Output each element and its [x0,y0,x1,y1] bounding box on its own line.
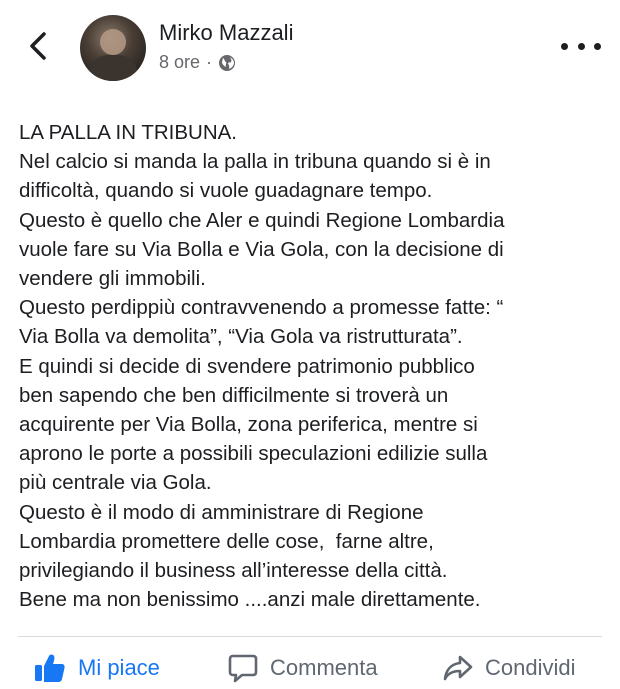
post-line: vendere gli immobili. [19,267,206,291]
post-line: Lombardia promettere delle cose, farne a… [19,529,434,553]
comment-button[interactable]: Commenta [228,648,378,688]
like-button[interactable]: Mi piace [34,648,160,688]
post-line: aprono le porte a possibili speculazioni… [19,442,488,466]
share-label: Condividi [485,655,576,680]
post-body: LA PALLA IN TRIBUNA. Nel calcio si manda… [19,118,609,614]
post-line: privilegiando il business all’interesse … [19,559,448,583]
comment-label: Commenta [270,655,378,680]
comment-bubble-icon [228,654,258,683]
thumbs-up-icon [35,654,65,682]
post-actions: Mi piace Commenta Condividi [0,648,620,688]
globe-icon[interactable] [218,54,236,72]
author-avatar[interactable] [80,15,146,81]
post-line: difficoltà, quando si vuole guadagnare t… [19,179,433,203]
post-line: vuole fare su Via Bolla e Via Gola, con … [19,237,504,261]
post-line: Questo è il modo di amministrare di Regi… [19,500,424,524]
share-arrow-icon [443,655,473,681]
chevron-left-icon [30,32,46,60]
back-button[interactable] [24,28,54,64]
post-line: Questo è quello che Aler e quindi Region… [19,208,505,232]
post-line: ben sapendo che ben difficilmente si tro… [19,383,449,407]
post-line: E quindi si decide di svendere patrimoni… [19,354,475,378]
post-meta: 8 ore · [159,52,236,73]
post-time[interactable]: 8 ore [159,52,200,73]
author-name[interactable]: Mirko Mazzali [159,20,293,46]
like-label: Mi piace [78,655,160,680]
share-button[interactable]: Condividi [443,648,576,688]
post-line: Nel calcio si manda la palla in tribuna … [19,150,491,174]
post-line: Bene ma non benissimo ....anzi male dire… [19,588,481,612]
more-dots-icon [561,42,568,50]
meta-separator: · [206,52,213,72]
post-line: LA PALLA IN TRIBUNA. [19,121,238,144]
post-header: Mirko Mazzali 8 ore · [0,0,620,100]
post-line: più centrale via Gola. [19,471,212,495]
post-line: Questo perdippiù contravvenendo a promes… [19,296,504,320]
actions-divider [18,636,602,637]
post-line: acquirente per Via Bolla, zona periferic… [19,413,478,437]
post-line: Via Bolla va demolita”, “Via Gola va ris… [19,325,463,349]
more-options-button[interactable] [561,36,601,56]
